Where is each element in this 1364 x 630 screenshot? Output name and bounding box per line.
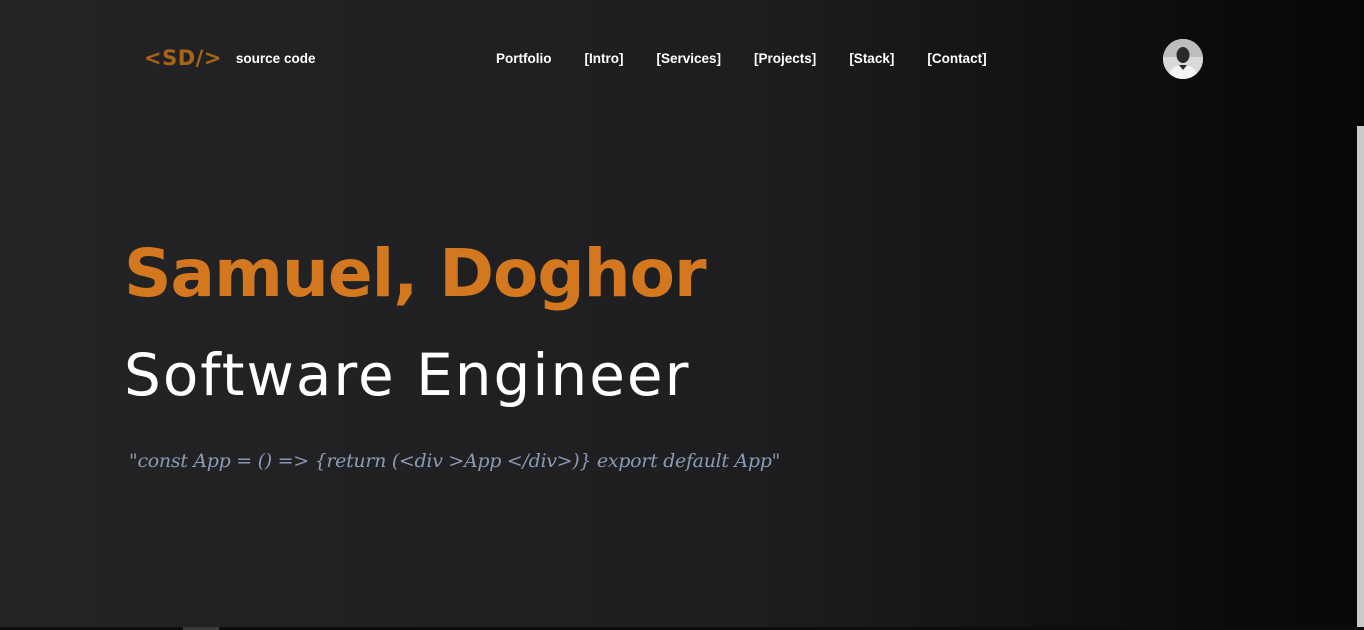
hero-code-quote: "const App = () => {return (<div >App </… bbox=[129, 450, 781, 472]
nav-projects[interactable]: [Projects] bbox=[754, 51, 816, 66]
nav-services[interactable]: [Services] bbox=[656, 51, 721, 66]
main-nav: Portfolio [Intro] [Services] [Projects] … bbox=[496, 51, 987, 66]
avatar[interactable] bbox=[1163, 39, 1203, 79]
profile-photo-icon bbox=[1163, 39, 1203, 79]
site-header: <SD/> source code Portfolio [Intro] [Ser… bbox=[0, 0, 1364, 120]
hero-role: Software Engineer bbox=[124, 341, 691, 409]
nav-intro[interactable]: [Intro] bbox=[585, 51, 624, 66]
logo-link[interactable]: <SD/> source code bbox=[144, 46, 315, 70]
logo-mark: <SD/> bbox=[144, 46, 222, 70]
vertical-scrollbar[interactable] bbox=[1357, 126, 1364, 630]
nav-contact[interactable]: [Contact] bbox=[927, 51, 986, 66]
nav-stack[interactable]: [Stack] bbox=[849, 51, 894, 66]
hero-name: Samuel, Doghor bbox=[124, 235, 707, 312]
logo-text: source code bbox=[235, 50, 316, 66]
nav-portfolio[interactable]: Portfolio bbox=[496, 51, 552, 66]
